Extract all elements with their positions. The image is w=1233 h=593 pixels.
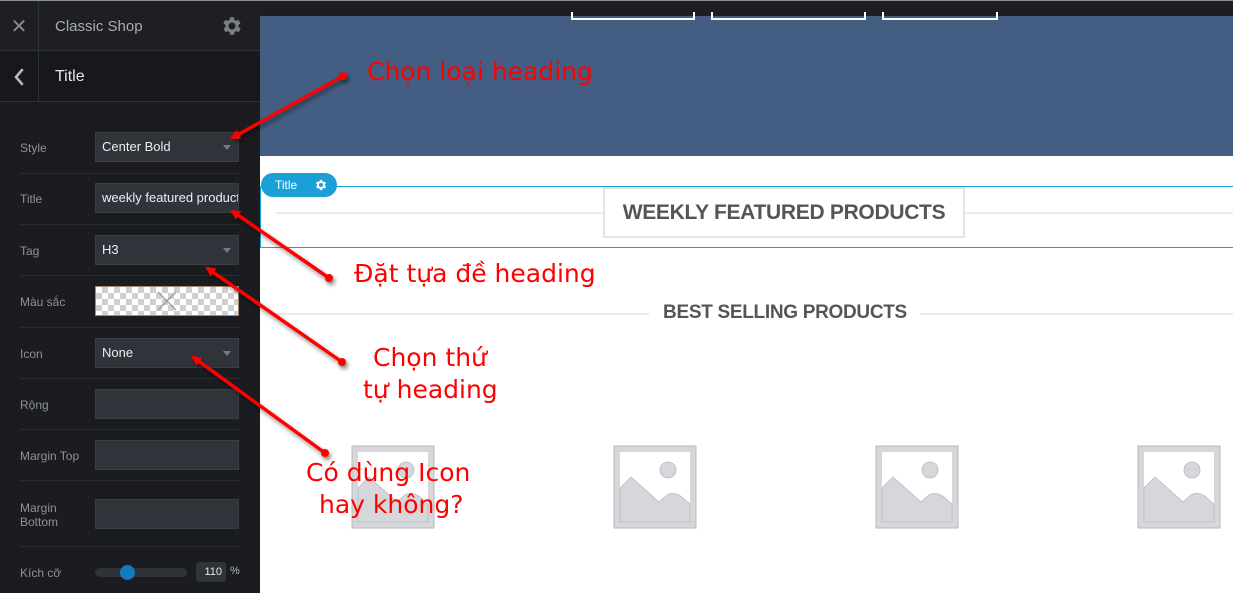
style-select-value: Center Bold xyxy=(102,139,171,154)
tag-select-value: H3 xyxy=(102,242,119,257)
field-label: Màu sắc xyxy=(20,295,66,309)
color-picker[interactable] xyxy=(95,286,239,316)
product-image-placeholder[interactable] xyxy=(1136,444,1222,530)
field-icon: Icon None xyxy=(20,328,240,379)
tag-select[interactable]: H3 xyxy=(95,235,239,265)
divider-line xyxy=(276,212,606,214)
icon-select[interactable]: None xyxy=(95,338,239,368)
chevron-down-icon xyxy=(223,145,231,150)
close-button[interactable]: ✕ xyxy=(0,1,39,51)
field-label: Margin Top xyxy=(20,449,80,463)
gear-icon[interactable] xyxy=(220,14,244,38)
product-image-placeholder[interactable] xyxy=(874,444,960,530)
shop-name: Classic Shop xyxy=(55,18,143,35)
margin-bottom-input[interactable] xyxy=(95,499,239,529)
field-tag: Tag H3 xyxy=(20,225,240,276)
field-width: Rộng xyxy=(20,379,240,430)
field-margin-bottom: Margin Bottom xyxy=(20,481,240,547)
image-placeholder-icon xyxy=(875,445,959,529)
divider-line xyxy=(965,212,1233,214)
annotation-tag-line2: tự heading xyxy=(363,375,498,404)
field-label: Tag xyxy=(20,244,40,258)
field-size: Kích cỡ 110 % xyxy=(20,562,240,586)
product-image-placeholder[interactable] xyxy=(612,444,698,530)
annotation-icon-line1: Có dùng Icon xyxy=(306,458,471,487)
slider-handle[interactable] xyxy=(120,565,136,580)
field-style: Style Center Bold xyxy=(20,122,240,174)
title-element-tag[interactable]: Title xyxy=(261,173,337,197)
customizer-sidebar: ✕ Classic Shop Title Style Center Bold T… xyxy=(0,0,260,593)
bestselling-heading: BEST SELLING PRODUCTS xyxy=(663,302,907,323)
size-slider[interactable] xyxy=(95,565,187,580)
divider-line xyxy=(920,313,1233,315)
field-label: Kích cỡ xyxy=(20,566,62,580)
divider-line xyxy=(276,313,649,315)
style-select[interactable]: Center Bold xyxy=(95,132,239,162)
back-button[interactable] xyxy=(0,52,39,102)
image-placeholder-icon xyxy=(613,445,697,529)
hero-button[interactable] xyxy=(882,12,998,20)
featured-heading[interactable]: WEEKLY FEATURED PRODUCTS xyxy=(603,187,965,238)
panel-title: Title xyxy=(55,68,85,85)
icon-select-value: None xyxy=(102,345,134,360)
field-label: Style xyxy=(20,141,47,155)
width-input[interactable] xyxy=(95,389,239,419)
hero-button[interactable] xyxy=(571,12,695,20)
annotation-style: Chọn loại heading xyxy=(367,57,593,86)
panel-header: Title xyxy=(0,52,260,102)
image-placeholder-icon xyxy=(1137,445,1221,529)
clear-color-icon xyxy=(157,291,177,311)
annotation-icon-line2: hay không? xyxy=(319,490,464,519)
sidebar-header: ✕ Classic Shop xyxy=(0,1,260,51)
chevron-down-icon xyxy=(223,351,231,356)
size-value-input[interactable]: 110 xyxy=(196,562,226,582)
field-color: Màu sắc xyxy=(20,276,240,328)
chevron-down-icon xyxy=(223,248,231,253)
field-label: Icon xyxy=(20,347,43,361)
margin-top-input[interactable] xyxy=(95,440,239,470)
title-input[interactable]: weekly featured products xyxy=(95,183,239,213)
hero-button[interactable] xyxy=(711,12,866,20)
annotation-title: Đặt tựa đề heading xyxy=(354,259,596,288)
field-label: Margin Bottom xyxy=(20,501,59,529)
annotation-tag-line1: Chọn thứ xyxy=(373,343,487,372)
field-title: Title weekly featured products xyxy=(20,174,240,225)
field-margin-top: Margin Top xyxy=(20,430,240,481)
field-label: Rộng xyxy=(20,398,49,412)
title-tag-label: Title xyxy=(275,178,298,192)
size-unit: % xyxy=(230,565,240,577)
chevron-left-icon xyxy=(14,68,24,86)
gear-icon[interactable] xyxy=(314,178,328,192)
field-label: Title xyxy=(20,192,43,206)
close-icon: ✕ xyxy=(10,15,28,38)
